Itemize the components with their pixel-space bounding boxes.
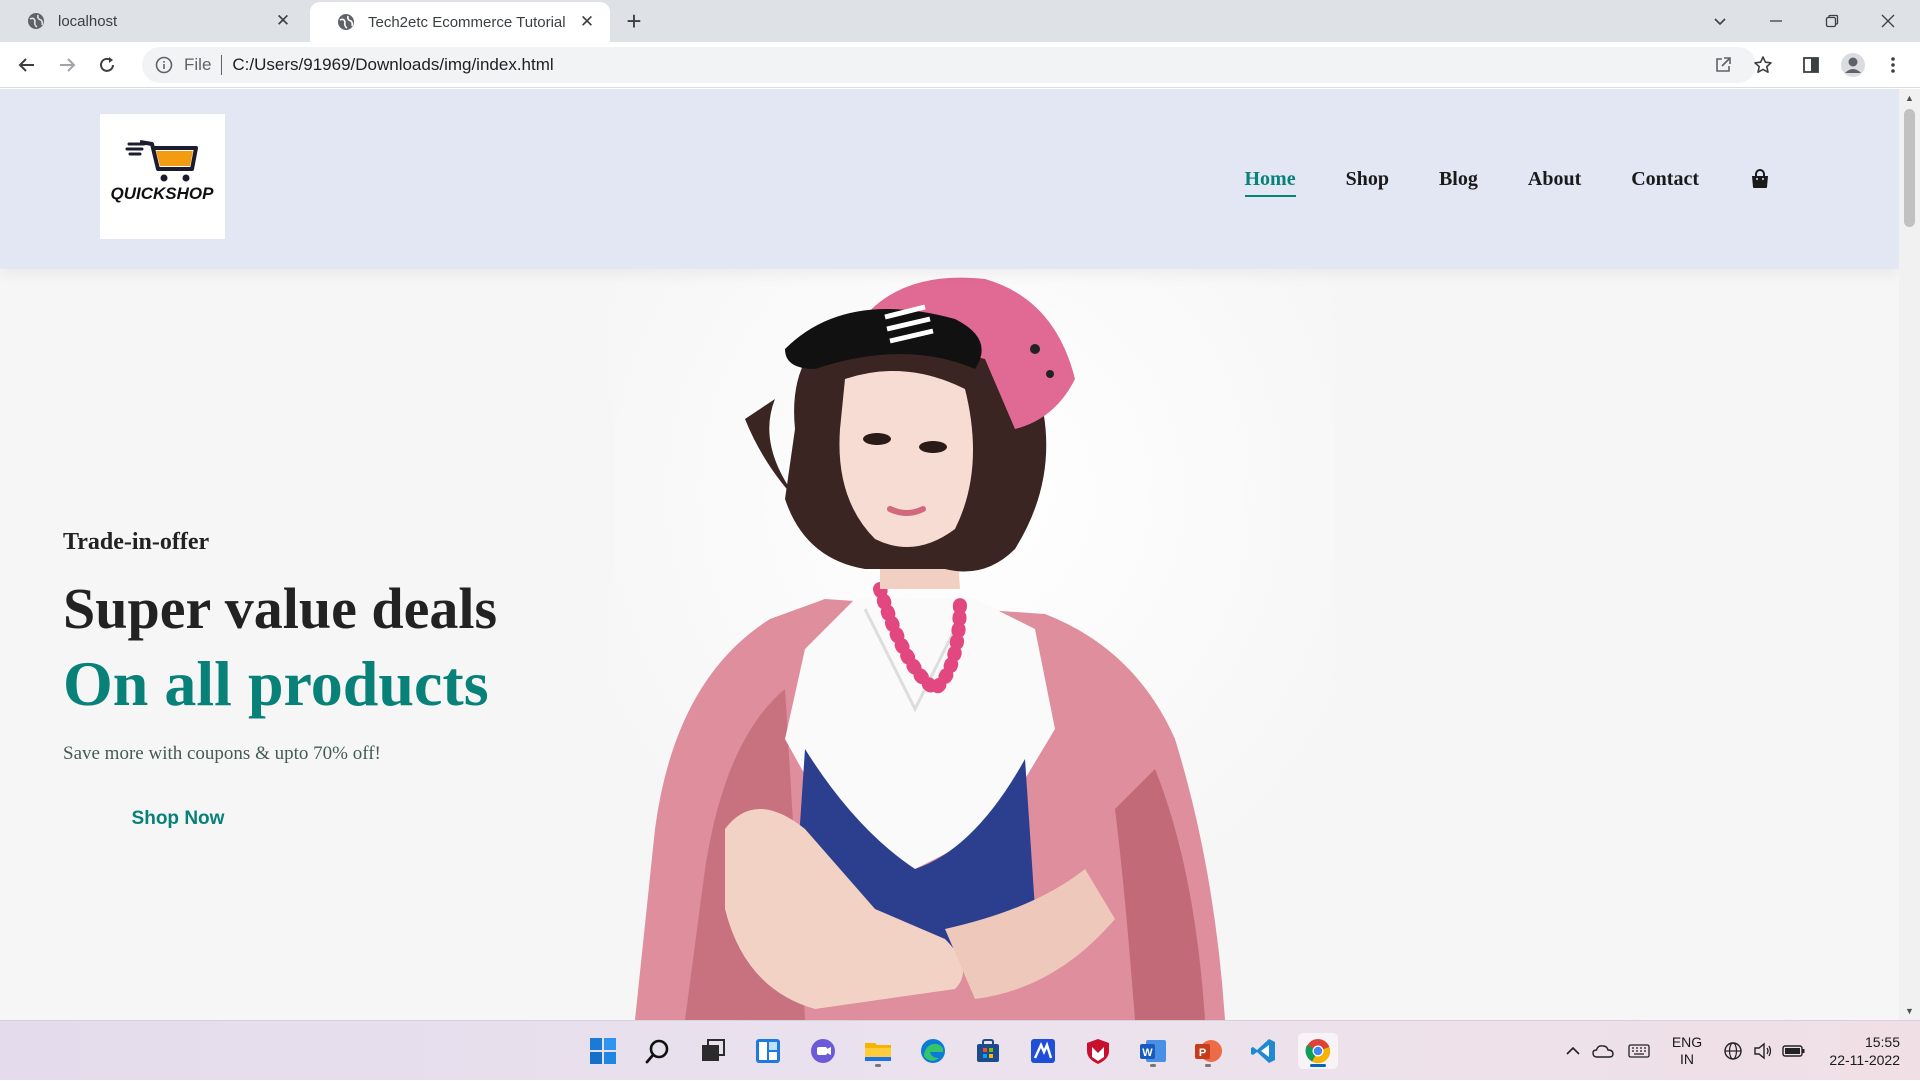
running-indicator bbox=[1205, 1064, 1211, 1067]
page-scrollbar[interactable]: ▲ ▼ bbox=[1899, 89, 1920, 1020]
quickshop-logo[interactable]: QUICKSHOP bbox=[100, 114, 225, 239]
microsoft-store-icon[interactable] bbox=[970, 1033, 1006, 1069]
globe-icon bbox=[338, 14, 354, 30]
battery-icon[interactable] bbox=[1780, 1021, 1808, 1081]
system-clock[interactable]: 15:55 22-11-2022 bbox=[1812, 1021, 1900, 1081]
mcafee-icon[interactable] bbox=[1080, 1033, 1116, 1069]
cart-logo-icon: QUICKSHOP bbox=[111, 140, 215, 203]
search-icon[interactable] bbox=[640, 1033, 676, 1069]
site-header: QUICKSHOP Home Shop Blog About Contact bbox=[0, 89, 1899, 269]
browser-toolbar: File C:/Users/91969/Downloads/img/index.… bbox=[0, 42, 1920, 88]
hero-subheadline: On all products bbox=[63, 648, 489, 719]
hero-description: Save more with coupons & upto 70% off! bbox=[63, 743, 381, 764]
close-tab-icon[interactable]: ✕ bbox=[576, 11, 598, 33]
active-indicator bbox=[1310, 1064, 1326, 1067]
hero-model-image bbox=[615, 269, 1335, 1020]
share-icon[interactable] bbox=[1708, 50, 1738, 80]
tab-search-icon[interactable] bbox=[1692, 0, 1748, 42]
edge-icon[interactable] bbox=[915, 1033, 951, 1069]
reload-button[interactable] bbox=[92, 50, 122, 80]
divider bbox=[221, 55, 223, 75]
nav-about[interactable]: About bbox=[1528, 168, 1581, 191]
hero-kicker: Trade-in-offer bbox=[63, 529, 210, 555]
scroll-up-icon[interactable]: ▲ bbox=[1904, 93, 1915, 103]
hero-headline: Super value deals bbox=[63, 576, 498, 641]
windows-start-icon[interactable] bbox=[585, 1033, 621, 1069]
language-indicator[interactable]: ENG IN bbox=[1665, 1021, 1709, 1081]
network-globe-icon[interactable] bbox=[1720, 1021, 1746, 1081]
new-tab-button[interactable]: + bbox=[620, 8, 648, 36]
nav-contact[interactable]: Contact bbox=[1631, 168, 1699, 191]
more-menu-icon[interactable] bbox=[1878, 50, 1908, 80]
nav-shop[interactable]: Shop bbox=[1346, 168, 1389, 191]
nav-home[interactable]: Home bbox=[1244, 168, 1296, 197]
profile-avatar[interactable] bbox=[1838, 50, 1868, 80]
chevron-up-icon[interactable] bbox=[1562, 1021, 1584, 1081]
clock-date: 22-11-2022 bbox=[1829, 1052, 1900, 1068]
page-viewport: QUICKSHOP Home Shop Blog About Contact T… bbox=[0, 89, 1899, 1020]
tab-localhost[interactable]: localhost ✕ bbox=[0, 0, 306, 42]
svg-text:W: W bbox=[1142, 1047, 1153, 1059]
forward-button[interactable] bbox=[52, 50, 82, 80]
chrome-icon[interactable] bbox=[1298, 1033, 1338, 1069]
teams-chat-icon[interactable] bbox=[805, 1033, 841, 1069]
restore-button[interactable] bbox=[1804, 0, 1860, 42]
running-indicator bbox=[875, 1064, 881, 1067]
side-panel-icon[interactable] bbox=[1796, 50, 1826, 80]
windows-taskbar: W P ENG IN 15:55 22-11-2022 bbox=[0, 1020, 1920, 1080]
url-text[interactable]: C:/Users/91969/Downloads/img/index.html bbox=[232, 55, 553, 75]
widgets-icon[interactable] bbox=[750, 1033, 786, 1069]
scheme-label: File bbox=[184, 55, 212, 74]
running-indicator bbox=[1150, 1064, 1156, 1067]
main-nav: Home Shop Blog About Contact bbox=[1195, 89, 1900, 269]
minimize-button[interactable] bbox=[1748, 0, 1804, 42]
tab-title: localhost bbox=[58, 12, 118, 30]
shop-now-button[interactable]: Shop Now bbox=[63, 789, 293, 849]
mathpix-icon[interactable] bbox=[1025, 1033, 1061, 1069]
vs-code-icon[interactable] bbox=[1245, 1033, 1281, 1069]
onedrive-icon[interactable] bbox=[1590, 1021, 1616, 1081]
hero-section: Trade-in-offer Super value deals On all … bbox=[0, 269, 1899, 1020]
back-button[interactable] bbox=[12, 50, 42, 80]
svg-text:P: P bbox=[1199, 1047, 1206, 1059]
scroll-down-icon[interactable]: ▼ bbox=[1904, 1006, 1915, 1016]
close-window-button[interactable] bbox=[1860, 0, 1916, 42]
clock-time: 15:55 bbox=[1864, 1034, 1900, 1050]
tab-tech2etc[interactable]: Tech2etc Ecommerce Tutorial ✕ bbox=[310, 2, 610, 42]
logo-text: QUICKSHOP bbox=[111, 184, 215, 203]
browser-tab-strip: localhost ✕ Tech2etc Ecommerce Tutorial … bbox=[0, 0, 1920, 42]
keyboard-icon[interactable] bbox=[1626, 1021, 1652, 1081]
scrollbar-thumb[interactable] bbox=[1904, 109, 1915, 227]
bookmark-star-icon[interactable] bbox=[1748, 50, 1778, 80]
word-icon[interactable]: W bbox=[1135, 1033, 1171, 1069]
close-tab-icon[interactable]: ✕ bbox=[272, 10, 294, 32]
task-view-icon[interactable] bbox=[695, 1033, 731, 1069]
language-code: ENG bbox=[1671, 1034, 1703, 1050]
info-icon[interactable] bbox=[154, 55, 174, 75]
nav-blog[interactable]: Blog bbox=[1439, 168, 1478, 191]
powerpoint-icon[interactable]: P bbox=[1190, 1033, 1226, 1069]
globe-icon bbox=[28, 13, 44, 29]
file-explorer-icon[interactable] bbox=[860, 1033, 896, 1069]
tab-title: Tech2etc Ecommerce Tutorial bbox=[368, 13, 566, 31]
shopping-bag-icon[interactable] bbox=[1749, 168, 1771, 190]
address-bar[interactable]: File C:/Users/91969/Downloads/img/index.… bbox=[142, 47, 1756, 83]
region-code: IN bbox=[1680, 1051, 1694, 1067]
volume-icon[interactable] bbox=[1750, 1021, 1776, 1081]
